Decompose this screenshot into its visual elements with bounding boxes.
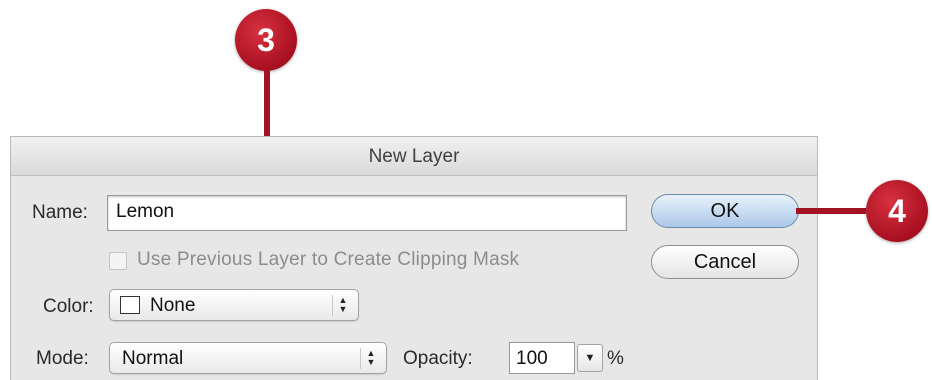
mode-value: Normal <box>122 348 184 369</box>
color-label: Color: <box>43 296 94 317</box>
ok-button[interactable]: OK <box>651 194 799 228</box>
color-value: None <box>150 295 196 316</box>
cancel-button[interactable]: Cancel <box>651 245 799 279</box>
triangle-down-icon[interactable]: ▼ <box>577 344 603 372</box>
name-field[interactable]: Lemon <box>107 195 627 231</box>
clipping-mask-label: Use Previous Layer to Create Clipping Ma… <box>137 249 520 270</box>
callout-number: 4 <box>888 193 906 229</box>
opacity-unit: % <box>607 348 624 369</box>
dialog-title: New Layer <box>368 146 460 167</box>
new-layer-dialog: New Layer Name: Lemon Use Previous Layer… <box>10 136 818 380</box>
updown-arrows-icon: ▲ ▼ <box>360 348 381 369</box>
callout-number: 3 <box>257 22 275 58</box>
opacity-input[interactable]: 100 <box>509 342 575 374</box>
title-bar[interactable]: New Layer <box>11 137 817 176</box>
opacity-label: Opacity: <box>403 348 473 369</box>
color-select[interactable]: None ▲ ▼ <box>109 289 359 321</box>
mode-select[interactable]: Normal ▲ ▼ <box>109 342 387 374</box>
callout-leader-4 <box>796 208 866 214</box>
updown-arrows-icon: ▲ ▼ <box>332 295 353 316</box>
color-swatch <box>120 296 140 314</box>
clipping-mask-checkbox[interactable] <box>109 252 127 270</box>
mode-label: Mode: <box>36 348 89 369</box>
callout-badge-4: 4 <box>866 180 928 242</box>
callout-badge-3: 3 <box>235 9 297 71</box>
name-label: Name: <box>32 202 88 223</box>
